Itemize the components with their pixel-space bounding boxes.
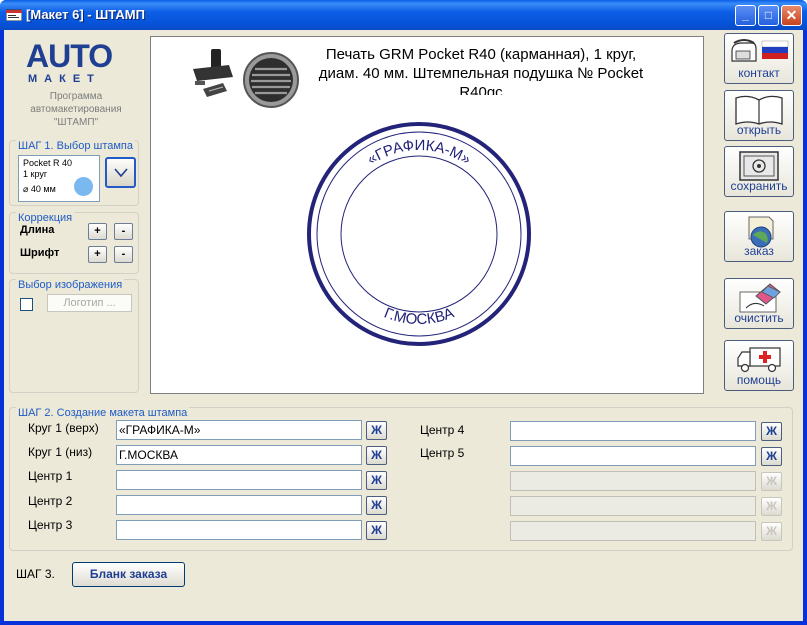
correction-panel: Коррекция Длина + - Шрифт + - xyxy=(9,212,139,274)
app-icon xyxy=(6,9,22,21)
save-label: сохранить xyxy=(730,179,788,193)
center2-bold-button[interactable]: Ж xyxy=(366,496,387,515)
order-label: заказ xyxy=(744,244,774,258)
center4-input[interactable] xyxy=(510,421,756,441)
circle1-bottom-bold-button[interactable]: Ж xyxy=(366,446,387,465)
chevron-down-icon xyxy=(114,168,128,178)
length-label: Длина xyxy=(20,224,55,236)
center5-label: Центр 5 xyxy=(420,446,465,460)
center4-label: Центр 4 xyxy=(420,423,465,437)
svg-text:Г.МОСКВА: Г.МОСКВА xyxy=(382,304,457,328)
center5-bold-button[interactable]: Ж xyxy=(761,447,782,466)
stamp-description: Печать GRM Pocket R40 (карманная), 1 кру… xyxy=(318,46,644,95)
center1-bold-button[interactable]: Ж xyxy=(366,471,387,490)
close-button[interactable]: ✕ xyxy=(781,5,802,26)
logo-subtitle-2: автомакетирования xyxy=(30,104,122,115)
disabled-bold-button-3: Ж xyxy=(761,522,782,541)
disabled-input-1 xyxy=(510,471,756,491)
circle1-bottom-input[interactable]: Г.МОСКВА xyxy=(116,445,362,465)
center2-input[interactable] xyxy=(116,495,362,515)
font-plus-button[interactable]: + xyxy=(88,246,107,263)
safe-icon xyxy=(739,151,779,181)
svg-text:«ГРАФИКА-М»: «ГРАФИКА-М» xyxy=(364,137,474,168)
maximize-button[interactable]: □ xyxy=(758,5,779,26)
open-book-icon xyxy=(735,95,783,125)
order-form-button[interactable]: Бланк заказа xyxy=(72,562,185,587)
center1-input[interactable] xyxy=(116,470,362,490)
stamp-preview-canvas: Печать GRM Pocket R40 (карманная), 1 кру… xyxy=(150,36,704,394)
disabled-bold-button-2: Ж xyxy=(761,497,782,516)
center3-label: Центр 3 xyxy=(28,518,73,532)
circle1-bottom-label: Круг 1 (низ) xyxy=(28,445,93,459)
stamp-device-icon xyxy=(193,49,233,97)
stamp-model: Pocket R 40 xyxy=(23,158,73,168)
step2-panel: ШАГ 2. Создание макета штампа Круг 1 (ве… xyxy=(9,407,793,551)
help-label: помощь xyxy=(736,373,782,387)
stamp-circle-icon xyxy=(74,177,93,196)
clear-button[interactable]: очистить xyxy=(724,278,794,329)
contact-button[interactable]: контакт xyxy=(724,33,794,84)
open-label: открыть xyxy=(736,123,782,137)
stamp-pad-icon xyxy=(243,52,299,108)
phone-flag-icon xyxy=(731,39,789,62)
step3-label: ШАГ 3. xyxy=(16,567,55,581)
disabled-input-2 xyxy=(510,496,756,516)
stamp-top-text: «ГРАФИКА-М» xyxy=(364,137,474,168)
stamp-preview-image: «ГРАФИКА-М» Г.МОСКВА xyxy=(307,122,531,346)
minimize-button[interactable]: _ xyxy=(735,5,756,26)
center4-bold-button[interactable]: Ж xyxy=(761,422,782,441)
client-area: AUTO МАКЕТ Программа автомакетирования "… xyxy=(4,30,803,621)
length-minus-button[interactable]: - xyxy=(114,223,133,240)
window-title: [Макет 6] - ШТАМП xyxy=(26,7,145,22)
logo-input[interactable]: Логотип ... xyxy=(47,294,132,312)
contact-label: контакт xyxy=(738,66,780,80)
save-button[interactable]: сохранить xyxy=(724,146,794,197)
center3-bold-button[interactable]: Ж xyxy=(366,521,387,540)
center5-input[interactable] xyxy=(510,446,756,466)
font-label: Шрифт xyxy=(20,247,60,259)
app-window: [Макет 6] - ШТАМП _ □ ✕ AUTO МАКЕТ Прогр… xyxy=(0,0,807,625)
stamp-dropdown-button[interactable] xyxy=(105,157,136,188)
circle1-top-input[interactable]: «ГРАФИКА-М» xyxy=(116,420,362,440)
logo-maket-text: МАКЕТ xyxy=(28,73,101,85)
center3-input[interactable] xyxy=(116,520,362,540)
clear-label: очистить xyxy=(734,311,784,325)
step2-title: ШАГ 2. Создание макета штампа xyxy=(16,407,190,419)
logo-subtitle-1: Программа xyxy=(49,91,103,102)
logo-subtitle-3: "ШТАМП" xyxy=(53,117,99,128)
stamp-preview-card[interactable]: Pocket R 40 1 круг ⌀ 40 мм xyxy=(18,155,100,202)
stamp-bottom-text: Г.МОСКВА xyxy=(382,304,457,328)
logo-block: AUTO МАКЕТ Программа автомакетирования "… xyxy=(12,38,140,134)
circle1-top-label: Круг 1 (верх) xyxy=(28,421,99,435)
logo-checkbox[interactable] xyxy=(20,298,33,311)
center2-label: Центр 2 xyxy=(28,494,73,508)
font-minus-button[interactable]: - xyxy=(114,246,133,263)
circle1-top-bold-button[interactable]: Ж xyxy=(366,421,387,440)
open-button[interactable]: открыть xyxy=(724,90,794,141)
length-plus-button[interactable]: + xyxy=(88,223,107,240)
image-select-title: Выбор изображения xyxy=(16,279,125,291)
disabled-input-3 xyxy=(510,521,756,541)
help-button[interactable]: помощь xyxy=(724,340,794,391)
title-bar[interactable]: [Макет 6] - ШТАМП _ □ ✕ xyxy=(0,0,807,30)
ambulance-icon xyxy=(737,347,781,373)
step1-panel: ШАГ 1. Выбор штампа Pocket R 40 1 круг ⌀… xyxy=(9,140,139,206)
image-select-panel: Выбор изображения Логотип ... xyxy=(9,279,139,393)
step1-title: ШАГ 1. Выбор штампа xyxy=(16,140,135,152)
eraser-icon xyxy=(739,283,781,313)
logo-auto-text: AUTO xyxy=(26,38,113,74)
center1-label: Центр 1 xyxy=(28,469,73,483)
disabled-bold-button-1: Ж xyxy=(761,472,782,491)
correction-title: Коррекция xyxy=(16,212,75,224)
order-button[interactable]: заказ xyxy=(724,211,794,262)
